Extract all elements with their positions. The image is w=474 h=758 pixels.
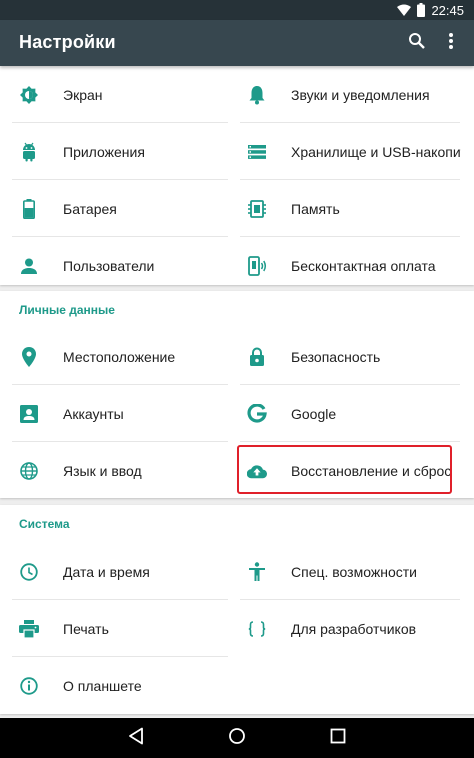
settings-item-label: Бесконтактная оплата xyxy=(291,257,436,274)
settings-item-label: Местоположение xyxy=(63,348,176,365)
settings-item-label: Печать xyxy=(63,620,109,637)
settings-item-label: Экран xyxy=(63,86,103,103)
settings-item-storage[interactable]: Хранилище и USB-накопители xyxy=(228,123,474,180)
home-button[interactable] xyxy=(227,727,247,750)
settings-item-display[interactable]: Экран xyxy=(0,66,237,123)
settings-item-label: Аккаунты xyxy=(63,405,124,422)
settings-item-label: Язык и ввод xyxy=(63,462,142,479)
section-title: Личные данные xyxy=(19,303,115,317)
wifi-icon xyxy=(397,4,412,16)
settings-item-google[interactable]: Google xyxy=(228,385,474,442)
recents-button[interactable] xyxy=(328,728,348,748)
location-icon xyxy=(19,346,39,367)
storage-icon xyxy=(247,142,267,162)
status-time: 22:45 xyxy=(431,2,464,18)
bell-icon xyxy=(247,85,267,105)
print-icon xyxy=(19,619,39,639)
google-icon xyxy=(247,403,267,424)
status-bar: 22:45 xyxy=(0,0,474,20)
navigation-bar xyxy=(0,718,474,758)
battery-icon xyxy=(19,198,39,219)
settings-item-accessibility[interactable]: Спец. возможности xyxy=(228,543,474,600)
back-icon xyxy=(128,727,144,750)
lock-icon xyxy=(247,347,267,367)
clock-icon xyxy=(19,562,39,582)
settings-item-label: Батарея xyxy=(63,200,117,217)
back-button[interactable] xyxy=(126,727,146,750)
settings-item-tap-pay[interactable]: Бесконтактная оплата xyxy=(228,237,474,294)
settings-item-label: Спец. возможности xyxy=(291,563,417,580)
memory-icon xyxy=(247,199,267,219)
search-icon xyxy=(408,32,426,55)
settings-item-label: О планшете xyxy=(63,677,142,694)
settings-item-battery[interactable]: Батарея xyxy=(0,180,237,237)
settings-item-language[interactable]: Язык и ввод xyxy=(0,442,237,499)
settings-item-about[interactable]: О планшете xyxy=(0,657,237,714)
account-icon xyxy=(19,404,39,424)
settings-item-printing[interactable]: Печать xyxy=(0,600,237,657)
more-vert-icon xyxy=(448,32,454,55)
braces-icon xyxy=(247,619,267,639)
settings-item-accounts[interactable]: Аккаунты xyxy=(0,385,237,442)
section-title: Система xyxy=(19,517,70,531)
settings-item-label: Безопасность xyxy=(291,348,381,365)
more-options-button[interactable] xyxy=(438,30,464,56)
page-title: Настройки xyxy=(19,32,116,52)
system-section: Система Дата и время Спец. возможности П… xyxy=(0,505,474,714)
settings-item-sounds[interactable]: Звуки и уведомления xyxy=(228,66,474,123)
brightness-icon xyxy=(19,85,39,105)
android-icon xyxy=(19,142,39,162)
recents-icon xyxy=(330,728,346,749)
globe-icon xyxy=(19,461,39,481)
settings-item-label: Для разработчиков xyxy=(291,620,417,637)
accessibility-icon xyxy=(247,561,267,582)
person-icon xyxy=(19,256,39,276)
search-button[interactable] xyxy=(404,30,430,56)
settings-item-users[interactable]: Пользователи xyxy=(0,237,237,294)
battery-status-icon xyxy=(417,3,426,17)
settings-item-label: Приложения xyxy=(63,143,145,160)
settings-item-label: Звуки и уведомления xyxy=(291,86,430,103)
highlight-box xyxy=(237,445,452,494)
settings-item-location[interactable]: Местоположение xyxy=(0,328,237,385)
app-bar: Настройки xyxy=(0,20,474,66)
info-icon xyxy=(19,676,39,696)
settings-item-date-time[interactable]: Дата и время xyxy=(0,543,237,600)
settings-item-label: Память xyxy=(291,200,340,217)
settings-item-apps[interactable]: Приложения xyxy=(0,123,237,180)
home-icon xyxy=(228,727,246,750)
settings-item-label: Пользователи xyxy=(63,257,155,274)
settings-item-label: Google xyxy=(291,405,337,422)
settings-item-security[interactable]: Безопасность xyxy=(228,328,474,385)
status-icons: 22:45 xyxy=(397,2,464,18)
settings-item-developer[interactable]: Для разработчиков xyxy=(228,600,474,657)
device-section: Экран Звуки и уведомления Приложения Хра… xyxy=(0,66,474,285)
tap-pay-icon xyxy=(247,255,267,276)
settings-item-label: Хранилище и USB-накопители xyxy=(291,143,461,160)
settings-item-label: Дата и время xyxy=(63,563,150,580)
settings-item-memory[interactable]: Память xyxy=(228,180,474,237)
